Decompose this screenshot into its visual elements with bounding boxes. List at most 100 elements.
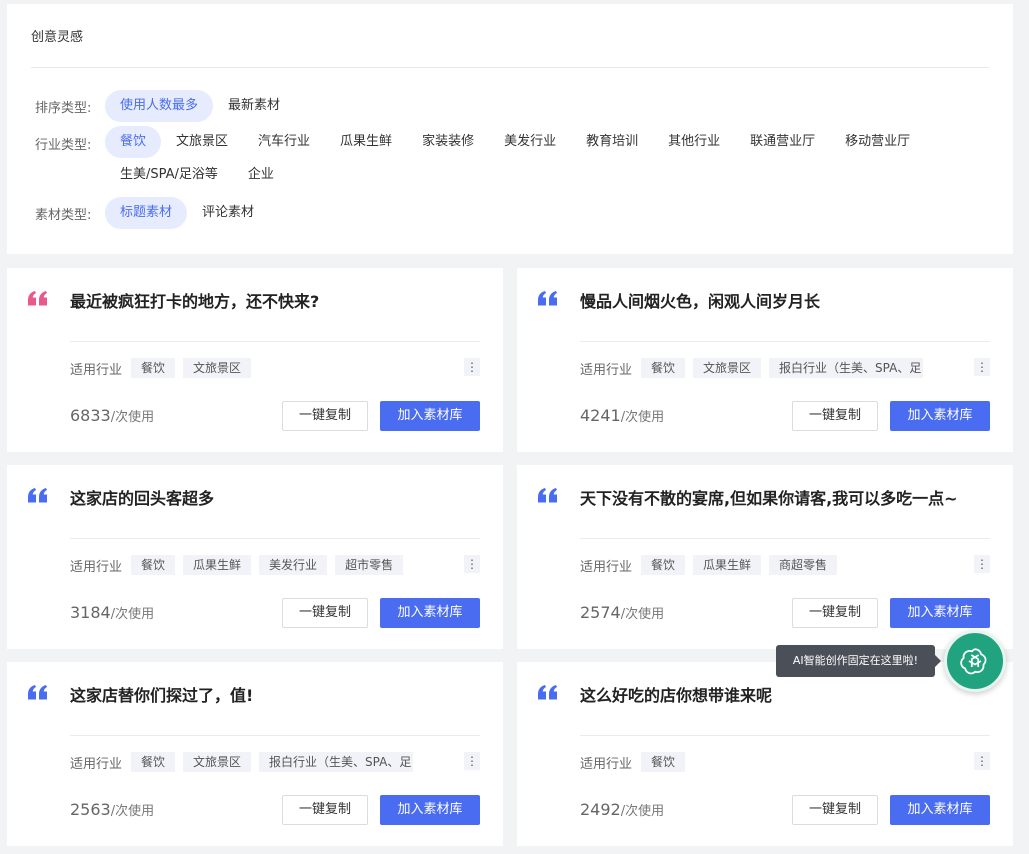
usage-suffix: /次使用	[110, 804, 155, 819]
industry-label: 适用行业	[580, 756, 633, 772]
industry-filter-row: 行业类型: 餐饮 文旅景区 汽车行业 瓜果生鲜 家装装修 美发行业 教育培训 其他行业 联通营业…	[35, 126, 1005, 191]
industry-label: 适用行业	[580, 559, 633, 575]
industry-option[interactable]: 家装装修	[407, 126, 489, 158]
more-options-button[interactable]: ⋮	[464, 555, 480, 573]
quote-icon	[28, 488, 47, 503]
card-title: 这么好吃的店你想带谁来呢	[580, 686, 773, 705]
copy-button[interactable]: 一键复制	[792, 401, 878, 431]
quote-mark-left	[538, 291, 546, 306]
material-card: 这家店的回头客超多 适用行业 餐饮 瓜果生鲜 美发行业 超市零售 ⋮ 3184/次使用 一键复制…	[7, 465, 503, 649]
usage-number: 3184	[70, 603, 111, 622]
quote-mark-left	[538, 488, 546, 503]
sort-options: 使用人数最多 最新素材	[105, 90, 1005, 122]
copy-button[interactable]: 一键复制	[792, 795, 878, 825]
industry-tag: 瓜果生鲜	[183, 555, 252, 575]
industry-tag: 餐饮	[641, 752, 686, 772]
industry-option[interactable]: 生美/SPA/足浴等	[105, 159, 233, 191]
usage-suffix: /次使用	[620, 410, 665, 425]
industry-tag: 商超零售	[769, 555, 838, 575]
material-option[interactable]: 标题素材	[105, 197, 188, 229]
industry-tag: 餐饮	[131, 555, 176, 575]
industry-tags: 餐饮 瓜果生鲜 美发行业 超市零售	[131, 555, 404, 575]
industry-option[interactable]: 教育培训	[571, 126, 653, 158]
more-options-button[interactable]: ⋮	[464, 752, 480, 770]
industry-label: 适用行业	[70, 756, 123, 772]
usage-suffix: /次使用	[110, 607, 155, 622]
material-option[interactable]: 评论素材	[187, 197, 269, 229]
card-title: 慢品人间烟火色，闲观人间岁月长	[580, 292, 821, 311]
more-options-button[interactable]: ⋮	[974, 752, 990, 770]
divider	[580, 341, 990, 342]
add-to-library-button[interactable]: 加入素材库	[380, 598, 480, 628]
add-to-library-button[interactable]: 加入素材库	[380, 795, 480, 825]
industry-tag: 餐饮	[641, 555, 686, 575]
add-to-library-button[interactable]: 加入素材库	[890, 401, 990, 431]
industry-filter-label: 行业类型:	[35, 138, 92, 153]
industry-option[interactable]: 其他行业	[653, 126, 735, 158]
sort-filter-row: 排序类型: 使用人数最多 最新素材	[35, 90, 1005, 122]
industry-option[interactable]: 企业	[233, 159, 289, 191]
copy-button[interactable]: 一键复制	[282, 598, 368, 628]
usage-number: 6833	[70, 406, 111, 425]
usage-suffix: /次使用	[110, 410, 155, 425]
usage-count: 4241/次使用	[580, 406, 664, 425]
panel-title: 创意灵感	[31, 30, 84, 45]
quote-mark-right	[549, 685, 557, 700]
usage-count: 3184/次使用	[70, 603, 154, 622]
card-title: 最近被疯狂打卡的地方，还不快来?	[70, 292, 320, 311]
more-options-button[interactable]: ⋮	[974, 555, 990, 573]
usage-number: 2574	[580, 603, 621, 622]
copy-button[interactable]: 一键复制	[792, 598, 878, 628]
material-filter-label: 素材类型:	[35, 207, 92, 223]
quote-mark-right	[39, 685, 47, 700]
copy-button[interactable]: 一键复制	[282, 401, 368, 431]
industry-tags: 餐饮 文旅景区 报白行业（生美、SPA、足	[641, 358, 924, 378]
ai-assistant-button[interactable]	[944, 630, 1006, 692]
material-filter-row: 素材类型: 标题素材 评论素材	[35, 197, 1005, 229]
sort-filter-label: 排序类型:	[35, 100, 92, 116]
usage-number: 2563	[70, 800, 111, 819]
industry-option[interactable]: 汽车行业	[243, 126, 325, 158]
card-title: 天下没有不散的宴席,但如果你请客,我可以多吃一点~	[580, 489, 958, 508]
industry-option[interactable]: 联通营业厅	[735, 126, 830, 158]
openai-icon	[960, 648, 987, 675]
more-options-button[interactable]: ⋮	[974, 358, 990, 376]
filter-panel: 创意灵感 排序类型: 使用人数最多 最新素材 行业类型: 餐饮 文旅景区 汽车行业 瓜果…	[7, 4, 1013, 254]
add-to-library-button[interactable]: 加入素材库	[890, 598, 990, 628]
industry-tags-row: 适用行业 餐饮 瓜果生鲜 美发行业 超市零售 ⋮	[70, 555, 480, 575]
industry-label: 适用行业	[580, 362, 633, 378]
ai-tooltip: AI智能创作固定在这里啦!	[776, 645, 941, 677]
industry-tag: 餐饮	[131, 752, 176, 772]
usage-suffix: /次使用	[620, 804, 665, 819]
industry-tags: 餐饮 瓜果生鲜 商超零售	[641, 555, 838, 575]
industry-tag: 文旅景区	[183, 752, 252, 772]
industry-option[interactable]: 美发行业	[489, 126, 571, 158]
industry-option[interactable]: 移动营业厅	[830, 126, 925, 158]
industry-option[interactable]: 文旅景区	[161, 126, 243, 158]
usage-number: 2492	[580, 800, 621, 819]
add-to-library-button[interactable]: 加入素材库	[380, 401, 480, 431]
industry-option[interactable]: 瓜果生鲜	[325, 126, 407, 158]
quote-mark-right	[549, 488, 557, 503]
industry-tags: 餐饮 文旅景区	[131, 358, 252, 378]
material-card: 天下没有不散的宴席,但如果你请客,我可以多吃一点~ 适用行业 餐饮 瓜果生鲜 商超零售 ⋮…	[517, 465, 1013, 649]
more-options-button[interactable]: ⋮	[464, 358, 480, 376]
sort-option[interactable]: 最新素材	[213, 90, 295, 122]
quote-icon	[28, 685, 47, 700]
quote-mark-left	[28, 291, 36, 306]
quote-mark-left	[28, 488, 36, 503]
usage-count: 2574/次使用	[580, 603, 664, 622]
material-card: 慢品人间烟火色，闲观人间岁月长 适用行业 餐饮 文旅景区 报白行业（生美、SPA、足 ⋮ 4…	[517, 268, 1013, 452]
divider	[580, 735, 990, 736]
industry-tag: 报白行业（生美、SPA、足	[259, 752, 414, 772]
add-to-library-button[interactable]: 加入素材库	[890, 795, 990, 825]
usage-count: 6833/次使用	[70, 406, 154, 425]
copy-button[interactable]: 一键复制	[282, 795, 368, 825]
industry-option[interactable]: 餐饮	[105, 126, 162, 158]
industry-tag: 文旅景区	[693, 358, 762, 378]
sort-option[interactable]: 使用人数最多	[105, 90, 214, 122]
industry-tags-row: 适用行业 餐饮 文旅景区 ⋮	[70, 358, 480, 378]
industry-tag: 美发行业	[259, 555, 328, 575]
quote-mark-left	[28, 685, 36, 700]
quote-mark-right	[39, 291, 47, 306]
